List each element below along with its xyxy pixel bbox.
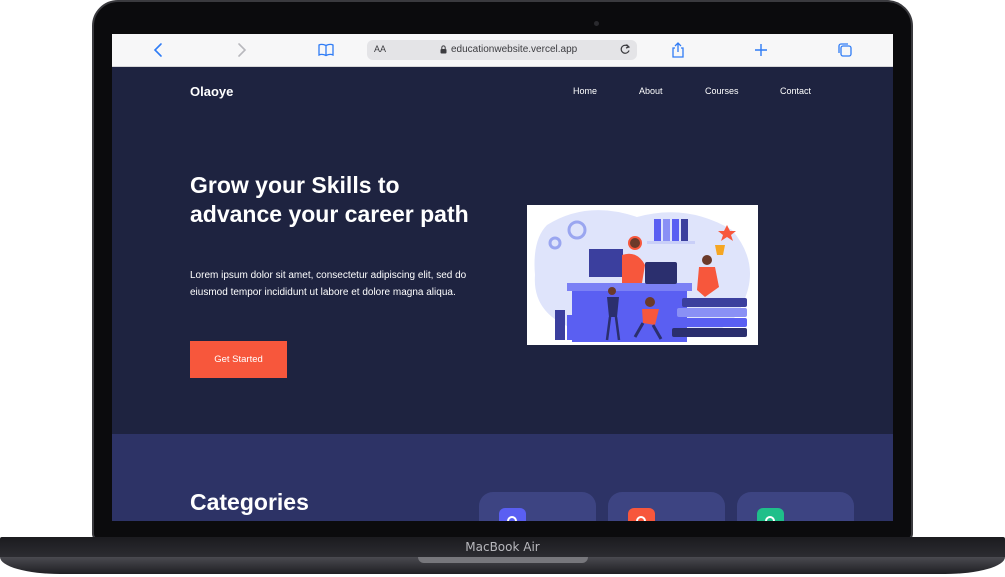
nav-home[interactable]: Home bbox=[573, 86, 597, 96]
category-card[interactable] bbox=[479, 492, 596, 521]
categories-section: Categories bbox=[112, 434, 893, 521]
forward-icon[interactable] bbox=[232, 41, 250, 59]
get-started-button[interactable]: Get Started bbox=[190, 341, 287, 378]
trackpad-notch bbox=[418, 557, 588, 563]
screen: AA educationwebsite.vercel.app Olaoye Ho… bbox=[112, 34, 893, 521]
model-label: MacBook Air bbox=[465, 540, 540, 554]
nav-courses[interactable]: Courses bbox=[705, 86, 739, 96]
tabs-icon[interactable] bbox=[836, 41, 854, 59]
category-icon bbox=[628, 508, 655, 521]
share-icon[interactable] bbox=[669, 41, 687, 59]
categories-title: Categories bbox=[190, 489, 309, 515]
site-logo[interactable]: Olaoye bbox=[190, 84, 233, 99]
nav-contact[interactable]: Contact bbox=[780, 86, 811, 96]
hero-title: Grow your Skills to advance your career … bbox=[190, 172, 469, 227]
camera-icon bbox=[594, 21, 599, 26]
nav-about[interactable]: About bbox=[639, 86, 663, 96]
text-size-button[interactable]: AA bbox=[374, 44, 386, 54]
lock-icon bbox=[440, 45, 447, 54]
site-header: Olaoye Home About Courses Contact bbox=[112, 67, 893, 117]
laptop-base: MacBook Air bbox=[0, 537, 1005, 577]
address-bar[interactable]: AA educationwebsite.vercel.app bbox=[367, 40, 637, 60]
category-card[interactable] bbox=[737, 492, 854, 521]
category-card[interactable] bbox=[608, 492, 725, 521]
category-icon bbox=[757, 508, 784, 521]
new-tab-icon[interactable] bbox=[752, 41, 770, 59]
category-icon bbox=[499, 508, 526, 521]
hero-description: Lorem ipsum dolor sit amet, consectetur … bbox=[190, 270, 467, 298]
hero-illustration bbox=[527, 205, 758, 345]
back-icon[interactable] bbox=[150, 41, 168, 59]
browser-toolbar: AA educationwebsite.vercel.app bbox=[112, 34, 893, 67]
bookmarks-icon[interactable] bbox=[317, 41, 335, 59]
url-text: educationwebsite.vercel.app bbox=[451, 44, 578, 55]
reload-icon[interactable] bbox=[619, 42, 631, 59]
